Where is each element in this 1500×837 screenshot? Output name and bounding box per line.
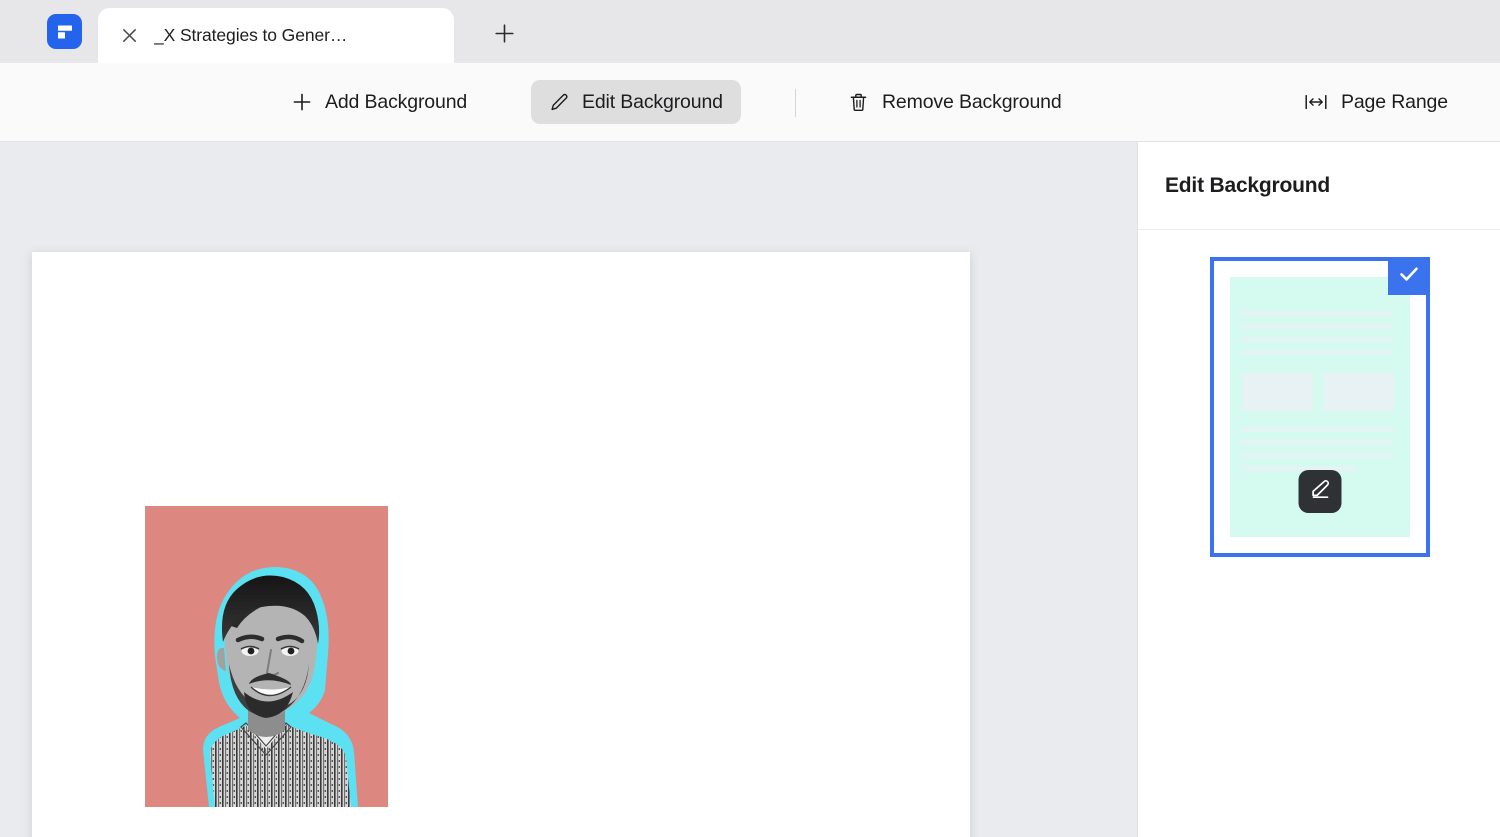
- trash-icon: [848, 92, 869, 113]
- edit-background-panel: Edit Background: [1137, 142, 1500, 837]
- workspace: Edit Background: [0, 142, 1500, 837]
- new-tab-plus-icon[interactable]: [488, 17, 520, 49]
- page-range-arrows-icon: [1304, 92, 1328, 112]
- pencil-icon: [1309, 478, 1332, 506]
- panel-title: Edit Background: [1165, 173, 1331, 197]
- edit-background-button[interactable]: Edit Background: [531, 80, 741, 124]
- panel-content: [1138, 230, 1500, 837]
- background-preview: [1230, 277, 1410, 537]
- browser-tab[interactable]: _X Strategies to Gener…: [98, 8, 454, 63]
- application-window: _X Strategies to Gener… Add Background E…: [0, 0, 1500, 837]
- add-background-label: Add Background: [325, 90, 468, 113]
- tab-bar: _X Strategies to Gener…: [0, 0, 1500, 63]
- page-range-label: Page Range: [1341, 90, 1448, 113]
- background-thumbnail[interactable]: [1210, 257, 1430, 557]
- document-canvas[interactable]: [0, 142, 1137, 837]
- selected-check-badge: [1388, 257, 1430, 295]
- pencil-icon: [549, 92, 569, 112]
- edit-thumbnail-button[interactable]: [1298, 470, 1342, 513]
- app-logo-icon: [47, 14, 82, 49]
- toolbar-divider: [795, 89, 796, 117]
- close-icon[interactable]: [116, 23, 142, 49]
- background-toolbar: Add Background Edit Background Remove Ba…: [0, 63, 1500, 142]
- panel-header: Edit Background: [1138, 142, 1500, 230]
- tab-title: _X Strategies to Gener…: [154, 25, 348, 45]
- check-icon: [1397, 262, 1421, 291]
- page-portrait-image[interactable]: [145, 506, 388, 807]
- add-background-button[interactable]: Add Background: [274, 80, 485, 124]
- document-page[interactable]: [32, 252, 970, 837]
- plus-icon: [292, 92, 312, 112]
- page-range-button[interactable]: Page Range: [1286, 80, 1466, 124]
- remove-background-label: Remove Background: [882, 90, 1062, 113]
- edit-background-label: Edit Background: [582, 90, 723, 113]
- remove-background-button[interactable]: Remove Background: [830, 80, 1080, 124]
